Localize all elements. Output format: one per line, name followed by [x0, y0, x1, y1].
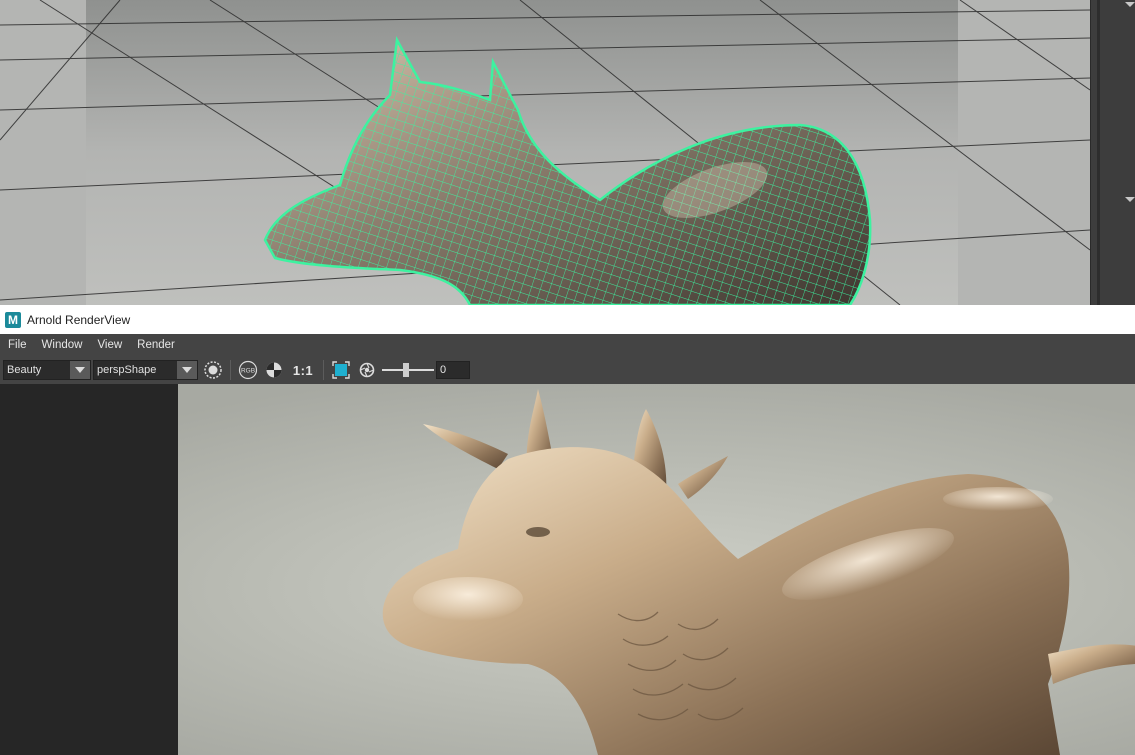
render-image[interactable]	[178, 384, 1135, 755]
render-side-panel	[0, 384, 178, 755]
ratio-button[interactable]: 1:1	[288, 359, 318, 381]
viewport-scene	[0, 0, 1090, 305]
render-toolbar: Beauty perspShape RGB 1:1 0	[0, 356, 1135, 384]
menu-render[interactable]: Render	[137, 339, 175, 351]
rendered-creature-image	[382, 389, 1135, 755]
menu-view[interactable]: View	[97, 339, 122, 351]
exposure-slider-thumb[interactable]	[403, 363, 409, 377]
maya-logo-icon: M	[5, 311, 21, 328]
checker-icon	[266, 362, 282, 378]
rgb-label: RGB	[241, 368, 255, 375]
chevron-down-icon[interactable]	[1125, 2, 1135, 7]
region-crop-icon	[332, 361, 350, 379]
ratio-label: 1:1	[292, 362, 314, 378]
rgb-channel-button[interactable]: RGB	[236, 359, 260, 381]
perspective-viewport[interactable]	[0, 0, 1135, 305]
chevron-down-icon[interactable]	[1125, 197, 1135, 202]
rgb-channel-icon: RGB	[238, 360, 258, 380]
menu-file[interactable]: File	[8, 339, 27, 351]
aov-dropdown[interactable]: Beauty	[3, 360, 91, 380]
exposure-slider[interactable]	[382, 360, 434, 380]
toolbar-separator	[323, 360, 324, 380]
dock-divider[interactable]	[1097, 0, 1100, 305]
window-title-bar[interactable]: M Arnold RenderView	[0, 305, 1135, 334]
menu-window[interactable]: Window	[42, 339, 83, 351]
render-button[interactable]	[201, 359, 225, 381]
aperture-icon	[359, 362, 375, 378]
exposure-button[interactable]	[355, 359, 379, 381]
camera-dropdown-value: perspShape	[97, 364, 157, 376]
region-crop-button[interactable]	[329, 359, 353, 381]
chevron-down-icon[interactable]	[177, 361, 197, 379]
window-title: Arnold RenderView	[27, 312, 131, 327]
render-icon	[204, 361, 222, 379]
chevron-down-icon[interactable]	[70, 361, 90, 379]
checker-background-button[interactable]	[262, 359, 286, 381]
toolbar-separator	[230, 360, 231, 380]
exposure-input[interactable]: 0	[436, 361, 470, 379]
aov-dropdown-value: Beauty	[7, 364, 42, 376]
camera-dropdown[interactable]: perspShape	[93, 360, 198, 380]
menu-bar: File Window View Render	[0, 334, 1135, 356]
